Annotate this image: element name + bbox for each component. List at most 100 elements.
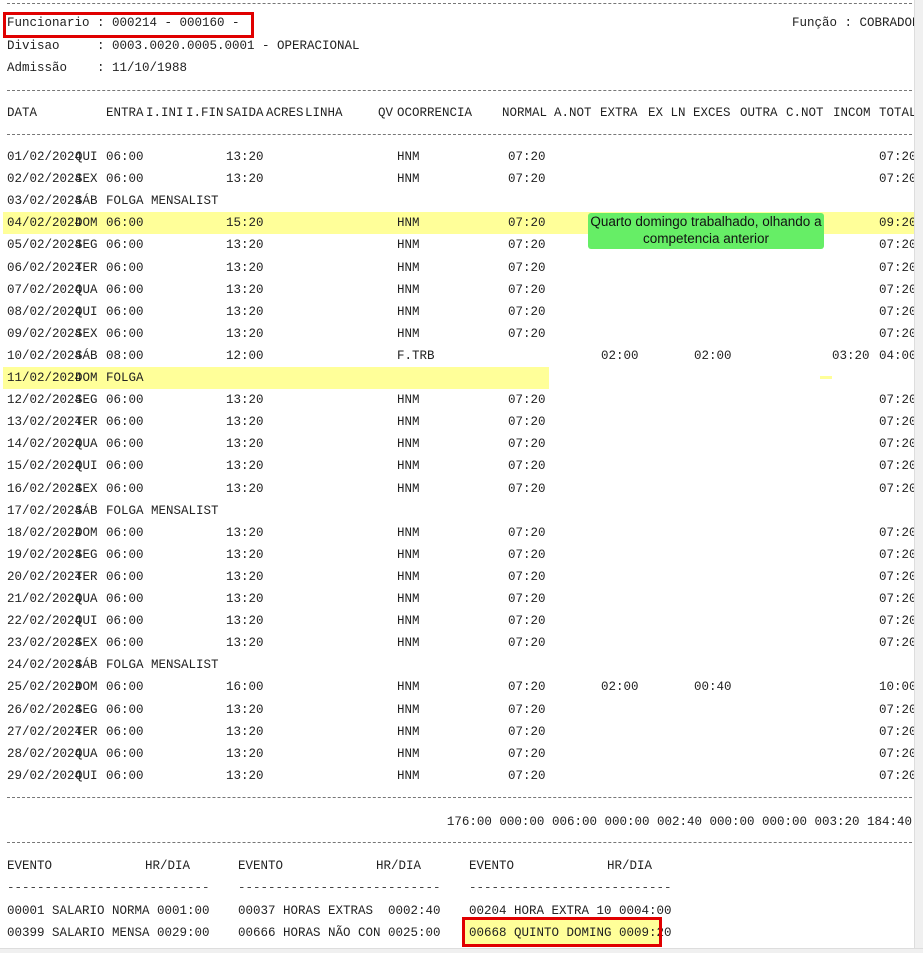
row-saida: 13:20: [226, 415, 264, 429]
column-header: C.NOT: [786, 106, 824, 120]
row-entra: FOLGA MENSALIST: [106, 658, 219, 672]
row-ocorrencia: HNM: [397, 680, 420, 694]
row-total: 09:20: [879, 216, 917, 230]
row-date: 09/02/2024: [7, 327, 83, 341]
row-weekday: SEX: [75, 482, 98, 496]
row-ocorrencia: HNM: [397, 327, 420, 341]
row-ocorrencia: HNM: [397, 415, 420, 429]
row-entra: 06:00: [106, 150, 144, 164]
row-exces: 00:40: [694, 680, 732, 694]
row-normal: 07:20: [508, 327, 546, 341]
row-ocorrencia: F.TRB: [397, 349, 435, 363]
row-normal: 07:20: [508, 415, 546, 429]
row-date: 11/02/2024: [7, 371, 83, 385]
window-bottom-edge: [0, 948, 923, 953]
row-ocorrencia: HNM: [397, 437, 420, 451]
row-normal: 07:20: [508, 703, 546, 717]
column-header: OUTRA: [740, 106, 778, 120]
row-weekday: SÁB: [75, 504, 98, 518]
row-weekday: QUA: [75, 437, 98, 451]
row-total: 07:20: [879, 459, 917, 473]
row-weekday: SEX: [75, 327, 98, 341]
row-date: 07/02/2024: [7, 283, 83, 297]
row-total: 07:20: [879, 703, 917, 717]
column-header: TOTAL: [879, 106, 917, 120]
column-header: QV: [378, 106, 394, 120]
row-ocorrencia: HNM: [397, 548, 420, 562]
row-weekday: SEG: [75, 548, 98, 562]
row-entra: FOLGA MENSALIST: [106, 194, 219, 208]
row-entra: 06:00: [106, 636, 144, 650]
row-saida: 16:00: [226, 680, 264, 694]
row-weekday: SÁB: [75, 349, 98, 363]
row-weekday: DOM: [75, 680, 98, 694]
row-weekday: QUA: [75, 283, 98, 297]
event-highlight-box: [462, 917, 662, 947]
row-normal: 07:20: [508, 172, 546, 186]
row-weekday: QUI: [75, 150, 98, 164]
row-saida: 13:20: [226, 614, 264, 628]
row-ocorrencia: HNM: [397, 769, 420, 783]
row-saida: 13:20: [226, 305, 264, 319]
row-date: 28/02/2024: [7, 747, 83, 761]
row-weekday: QUA: [75, 747, 98, 761]
row-date: 06/02/2024: [7, 261, 83, 275]
row-ocorrencia: HNM: [397, 592, 420, 606]
row-total: 07:20: [879, 636, 917, 650]
separator: [7, 90, 912, 91]
row-total: 07:20: [879, 415, 917, 429]
row-entra: 06:00: [106, 548, 144, 562]
row-normal: 07:20: [508, 570, 546, 584]
row-ocorrencia: HNM: [397, 305, 420, 319]
row-entra: 06:00: [106, 570, 144, 584]
column-header: EX LN: [648, 106, 686, 120]
row-date: 15/02/2024: [7, 459, 83, 473]
row-normal: 07:20: [508, 150, 546, 164]
row-weekday: DOM: [75, 216, 98, 230]
row-weekday: SEX: [75, 636, 98, 650]
row-entra: 06:00: [106, 592, 144, 606]
row-normal: 07:20: [508, 725, 546, 739]
row-saida: 13:20: [226, 703, 264, 717]
row-ocorrencia: HNM: [397, 482, 420, 496]
row-ocorrencia: HNM: [397, 703, 420, 717]
row-saida: 13:20: [226, 570, 264, 584]
row-normal: 07:20: [508, 216, 546, 230]
row-ocorrencia: HNM: [397, 526, 420, 540]
row-date: 02/02/2024: [7, 172, 83, 186]
separator: [7, 842, 912, 843]
row-ocorrencia: HNM: [397, 636, 420, 650]
row-normal: 07:20: [508, 614, 546, 628]
row-total: 07:20: [879, 437, 917, 451]
window-scroll-edge: [914, 0, 923, 953]
row-entra: 06:00: [106, 238, 144, 252]
event-item: 00037 HORAS EXTRAS 0002:40: [238, 904, 441, 918]
row-saida: 13:20: [226, 459, 264, 473]
row-ocorrencia: HNM: [397, 459, 420, 473]
row-total: 07:20: [879, 172, 917, 186]
row-normal: 07:20: [508, 283, 546, 297]
events-head-evento: EVENTO: [469, 859, 515, 873]
row-saida: 13:20: [226, 592, 264, 606]
event-item: 00001 SALARIO NORMA 0001:00: [7, 904, 210, 918]
row-date: 21/02/2024: [7, 592, 83, 606]
column-header: I.INI: [146, 106, 184, 120]
row-date: 12/02/2024: [7, 393, 83, 407]
column-header: INCOM: [833, 106, 871, 120]
row-normal: 07:20: [508, 261, 546, 275]
row-weekday: TER: [75, 570, 98, 584]
row-total: 10:00: [879, 680, 917, 694]
row-saida: 13:20: [226, 283, 264, 297]
totals-row: 176:00 000:00 006:00 000:00 002:40 000:0…: [446, 815, 912, 829]
row-total: 07:20: [879, 548, 917, 562]
row-total: 07:20: [879, 283, 917, 297]
row-normal: 07:20: [508, 393, 546, 407]
row-entra: 06:00: [106, 769, 144, 783]
row-date: 05/02/2024: [7, 238, 83, 252]
row-saida: 13:20: [226, 725, 264, 739]
row-normal: 07:20: [508, 437, 546, 451]
column-header: ENTRA: [106, 106, 144, 120]
row-total: 07:20: [879, 570, 917, 584]
row-ocorrencia: HNM: [397, 614, 420, 628]
row-weekday: TER: [75, 261, 98, 275]
